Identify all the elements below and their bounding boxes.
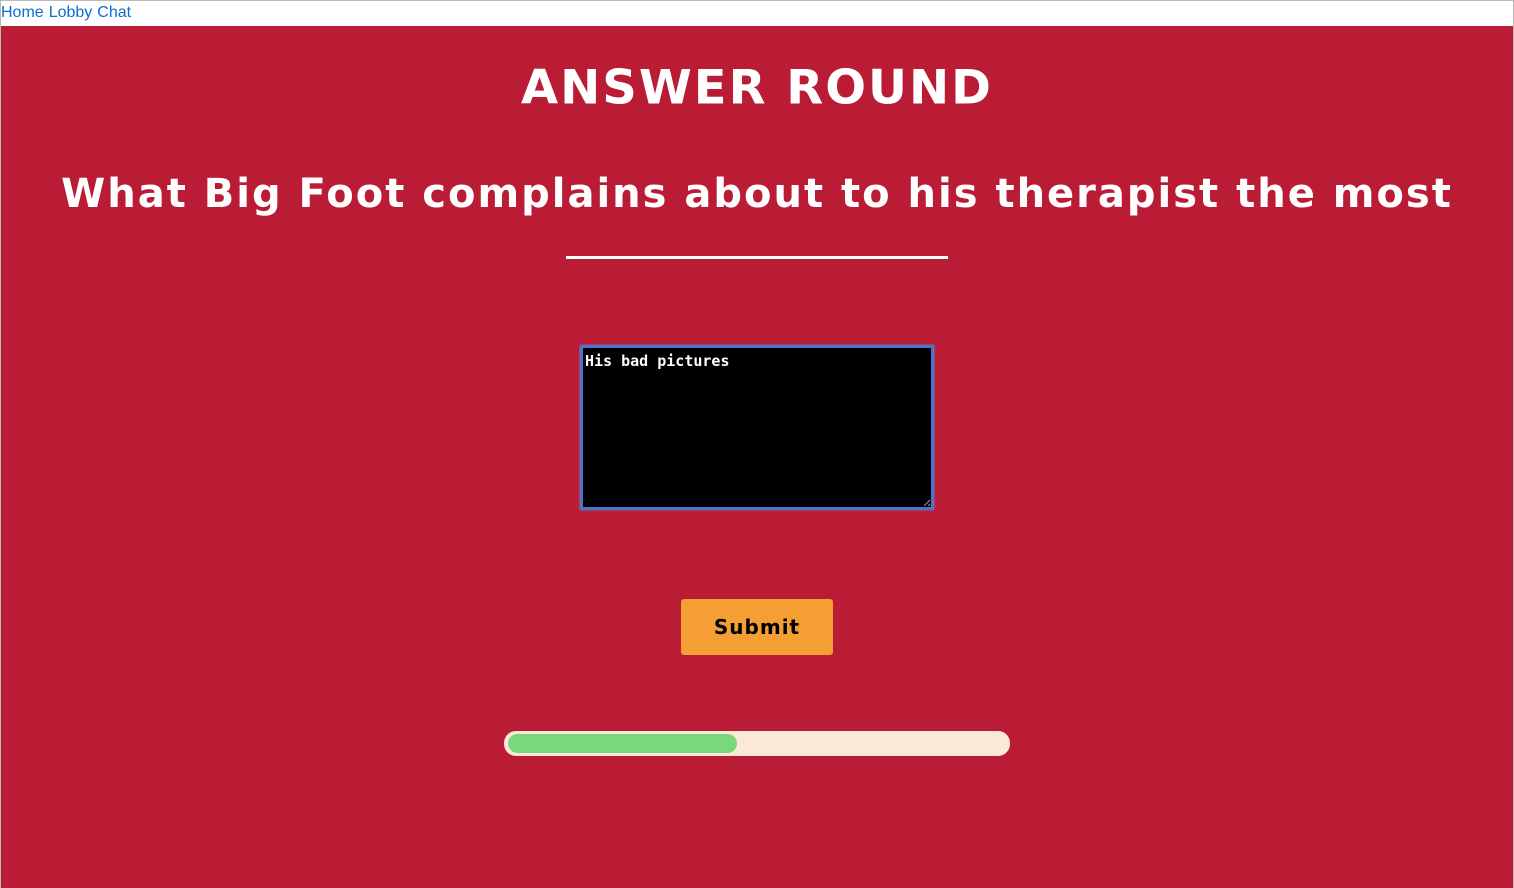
top-nav: Home Lobby Chat — [1, 1, 1513, 25]
nav-link-home[interactable]: Home — [1, 1, 44, 25]
nav-link-chat[interactable]: Chat — [97, 1, 131, 25]
answer-textarea[interactable]: His bad pictures — [581, 346, 933, 509]
timer-progress-fill — [508, 734, 738, 753]
timer-progress-bar — [504, 731, 1010, 756]
submit-button[interactable]: Submit — [681, 599, 833, 655]
question-prompt: What Big Foot complains about to his the… — [61, 171, 1453, 217]
divider — [566, 256, 948, 259]
nav-link-lobby[interactable]: Lobby — [49, 1, 93, 25]
answer-round-panel: ANSWER ROUND What Big Foot complains abo… — [1, 26, 1513, 888]
round-title: ANSWER ROUND — [520, 60, 994, 116]
browser-viewport: Home Lobby Chat ANSWER ROUND What Big Fo… — [0, 0, 1514, 888]
